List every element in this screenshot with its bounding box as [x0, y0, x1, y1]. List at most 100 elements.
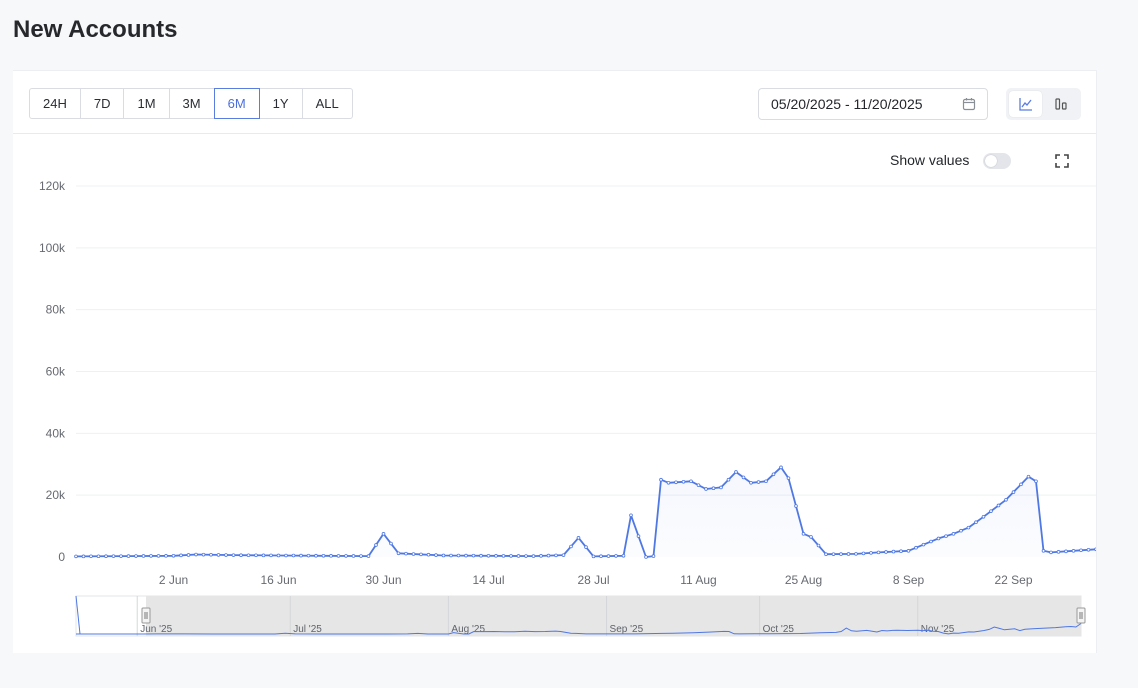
data-point — [719, 485, 723, 490]
card-edge — [1096, 70, 1097, 653]
data-point — [126, 554, 131, 558]
data-point — [629, 513, 633, 518]
x-tick-label: 2 Jun — [159, 573, 188, 587]
y-tick-label: 40k — [46, 426, 66, 440]
navigator-handle-right[interactable] — [1076, 607, 1086, 624]
data-point — [621, 553, 626, 558]
data-point — [516, 554, 521, 558]
data-point — [599, 554, 603, 559]
y-tick-label: 80k — [46, 303, 66, 317]
data-point — [336, 554, 341, 558]
data-point — [381, 532, 386, 536]
data-point — [921, 542, 926, 547]
data-point — [291, 553, 296, 558]
data-point — [149, 554, 153, 558]
data-point — [914, 545, 918, 550]
data-point — [974, 520, 978, 525]
data-point — [201, 552, 206, 557]
data-point — [261, 553, 266, 558]
data-point — [584, 545, 588, 549]
x-tick-label: 25 Aug — [785, 573, 822, 587]
data-point — [299, 553, 303, 558]
data-point — [741, 475, 746, 480]
data-point — [141, 554, 146, 558]
data-point — [471, 553, 476, 558]
data-point — [509, 554, 513, 558]
x-tick-label: 14 Jul — [472, 573, 504, 587]
x-tick-label: 22 Sep — [994, 573, 1032, 587]
data-point — [659, 477, 663, 482]
data-point — [966, 525, 971, 530]
data-point — [674, 480, 678, 485]
data-point — [239, 553, 243, 557]
data-point — [539, 554, 543, 558]
data-point — [554, 553, 558, 558]
data-point — [981, 515, 986, 519]
data-point — [306, 553, 311, 558]
data-point — [576, 536, 581, 540]
data-point — [891, 549, 896, 554]
data-point — [314, 553, 318, 558]
handle-box — [141, 607, 151, 624]
data-point — [374, 543, 378, 547]
data-point — [606, 554, 611, 558]
data-point — [501, 554, 506, 558]
x-tick-label: 30 Jun — [365, 573, 401, 587]
data-point — [651, 554, 656, 558]
data-point — [216, 553, 221, 557]
data-point — [936, 536, 941, 541]
data-point — [861, 551, 866, 556]
data-point — [681, 479, 686, 484]
data-point — [876, 550, 881, 555]
navigator-label: Jul '25 — [293, 624, 322, 635]
data-point — [164, 554, 168, 558]
data-point — [351, 554, 356, 558]
data-point — [134, 554, 138, 558]
data-point — [96, 554, 101, 559]
data-point — [816, 543, 821, 548]
data-point — [456, 553, 461, 558]
series-area — [76, 467, 1096, 557]
data-point — [276, 553, 281, 558]
data-point — [494, 554, 498, 558]
y-tick-label: 120k — [39, 179, 66, 193]
data-point — [644, 555, 648, 559]
data-point — [764, 479, 768, 484]
data-point — [171, 553, 176, 558]
data-point — [231, 553, 236, 557]
data-point — [846, 552, 851, 556]
data-point — [929, 539, 933, 544]
data-point — [569, 544, 573, 549]
data-point — [366, 554, 371, 558]
data-point — [179, 553, 183, 558]
data-point — [1011, 490, 1016, 494]
data-point — [411, 552, 416, 556]
data-point — [689, 479, 693, 484]
data-point — [831, 552, 836, 556]
data-point — [344, 554, 348, 558]
data-point — [854, 552, 858, 556]
data-point — [104, 554, 108, 559]
data-point — [254, 553, 258, 558]
data-point — [434, 553, 438, 557]
data-point — [614, 554, 618, 558]
data-point — [906, 549, 911, 553]
data-point — [74, 554, 78, 559]
range-button-6m[interactable]: 6M — [213, 88, 260, 119]
data-point — [464, 553, 468, 558]
data-point — [186, 553, 191, 557]
data-point — [801, 532, 806, 536]
data-point — [419, 552, 423, 557]
data-point — [246, 553, 251, 558]
chart-card: 24H 7D 1M 3M 6M 1Y ALL 05/20/2025 - 11/2… — [13, 70, 1096, 653]
data-point — [81, 554, 86, 559]
data-point — [666, 480, 671, 485]
y-tick-label: 0 — [58, 550, 65, 564]
navigator-handle-left[interactable] — [141, 607, 151, 624]
data-point — [1034, 479, 1038, 484]
data-point — [1079, 548, 1083, 553]
data-point — [794, 504, 798, 508]
data-point — [959, 528, 963, 533]
data-point — [389, 541, 393, 546]
data-point — [1056, 550, 1061, 554]
